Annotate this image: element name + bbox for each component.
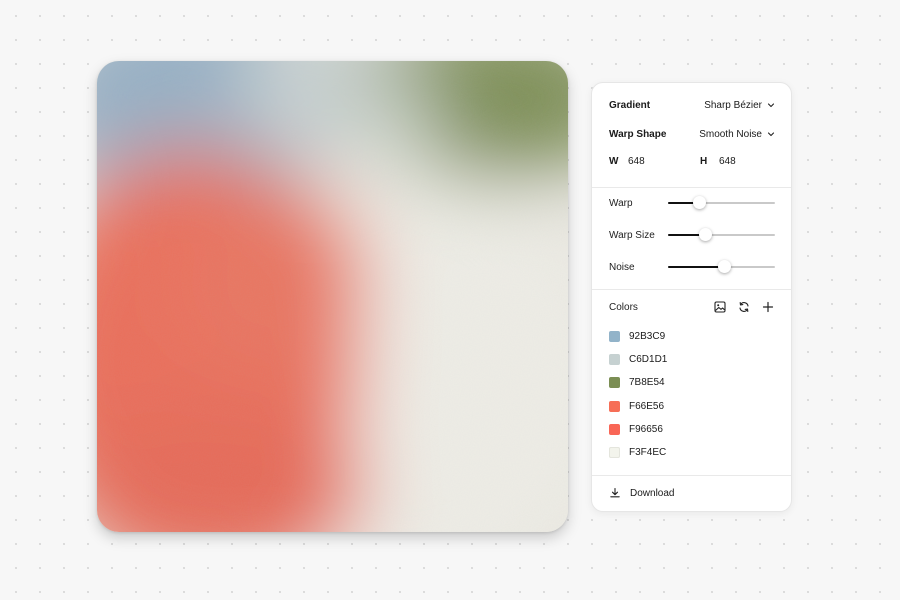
warp-slider-row: Warp [609, 195, 775, 211]
warp-size-slider[interactable] [668, 228, 775, 241]
colors-actions [713, 300, 775, 314]
chevron-down-icon [767, 132, 775, 137]
chevron-down-icon [767, 103, 775, 108]
color-item[interactable]: F66E56 [609, 399, 664, 413]
width-field[interactable]: W 648 [609, 156, 700, 167]
width-label: W [609, 156, 619, 167]
color-hex[interactable]: 7B8E54 [629, 377, 665, 388]
divider [592, 187, 791, 188]
gradient-label: Gradient [609, 99, 651, 111]
warp-slider[interactable] [668, 196, 775, 209]
dimensions-row: W 648 H 648 [609, 156, 791, 167]
color-item[interactable]: C6D1D1 [609, 352, 667, 366]
height-field[interactable]: H 648 [700, 156, 791, 167]
color-hex[interactable]: C6D1D1 [629, 354, 667, 365]
color-swatch[interactable] [609, 330, 620, 342]
divider [592, 475, 791, 476]
gradient-row: Gradient Sharp Bézier [609, 97, 775, 113]
warp-shape-select-value: Smooth Noise [699, 128, 762, 140]
colors-header: Colors [609, 299, 775, 315]
warp-shape-row: Warp Shape Smooth Noise [609, 126, 775, 142]
color-hex[interactable]: F3F4EC [629, 447, 666, 458]
noise-slider-thumb[interactable] [718, 260, 732, 273]
gradient-canvas [97, 61, 568, 532]
color-hex[interactable]: F96656 [629, 424, 663, 435]
color-swatch[interactable] [609, 376, 620, 388]
gradient-select[interactable]: Sharp Bézier [704, 100, 775, 111]
color-swatch[interactable] [609, 353, 620, 365]
refresh-icon[interactable] [737, 300, 751, 314]
color-swatch[interactable] [609, 446, 620, 458]
width-value[interactable]: 648 [628, 156, 645, 167]
download-icon [610, 487, 620, 498]
noise-slider[interactable] [668, 260, 775, 273]
color-item[interactable]: 7B8E54 [609, 375, 665, 389]
warp-size-label: Warp Size [609, 229, 655, 241]
noise-slider-fill [668, 266, 725, 268]
color-item[interactable]: 92B3C9 [609, 329, 665, 343]
color-hex[interactable]: 92B3C9 [629, 331, 665, 342]
image-icon[interactable] [713, 300, 727, 314]
color-item[interactable]: F3F4EC [609, 445, 666, 459]
download-label: Download [630, 487, 675, 499]
colors-label: Colors [609, 301, 638, 313]
noise-slider-row: Noise [609, 259, 775, 275]
color-swatch[interactable] [609, 423, 620, 435]
warp-slider-thumb[interactable] [692, 196, 706, 209]
plus-icon[interactable] [761, 300, 775, 314]
warp-size-slider-row: Warp Size [609, 227, 775, 243]
noise-label: Noise [609, 261, 635, 273]
height-value[interactable]: 648 [719, 156, 736, 167]
warp-shape-select[interactable]: Smooth Noise [699, 129, 775, 140]
gradient-preview [97, 61, 568, 532]
settings-panel: Gradient Sharp Bézier Warp Shape Smooth … [591, 82, 792, 512]
warp-shape-label: Warp Shape [609, 128, 667, 140]
color-item[interactable]: F96656 [609, 422, 663, 436]
color-hex[interactable]: F66E56 [629, 401, 664, 412]
height-label: H [700, 156, 708, 167]
warp-label: Warp [609, 197, 633, 209]
color-swatch[interactable] [609, 400, 620, 412]
warp-size-slider-thumb[interactable] [698, 228, 712, 241]
divider [592, 289, 791, 290]
gradient-select-value: Sharp Bézier [704, 99, 762, 111]
download-button[interactable]: Download [609, 487, 674, 499]
